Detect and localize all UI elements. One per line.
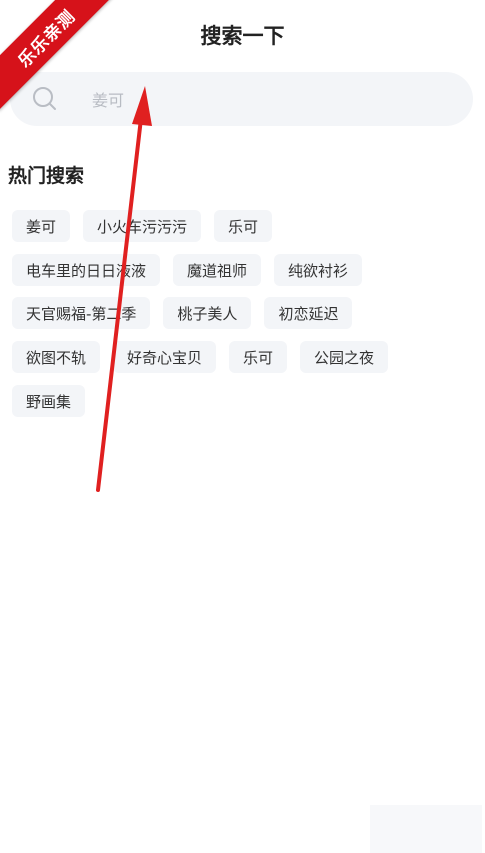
hot-tag[interactable]: 桃子美人 [163, 297, 252, 329]
search-icon[interactable] [32, 86, 58, 112]
search-input[interactable] [90, 86, 444, 114]
hot-tag[interactable]: 公园之夜 [300, 341, 389, 373]
hot-tag[interactable]: 小火车污污污 [83, 210, 202, 242]
hot-search-title: 热门搜索 [8, 165, 85, 187]
hot-tag[interactable]: 乐可 [229, 341, 288, 373]
hot-tag[interactable]: 野画集 [12, 385, 86, 417]
hot-tag[interactable]: 姜可 [12, 210, 71, 242]
hot-tag[interactable]: 乐可 [214, 210, 273, 242]
corner-overlay [370, 805, 482, 853]
hot-tag[interactable]: 天官赐福-第二季 [12, 297, 151, 329]
tag-row-2: 电车里的日日液液 魔道祖师 纯欲衬衫 [12, 254, 363, 286]
hot-tag[interactable]: 纯欲衬衫 [274, 254, 363, 286]
watermark-text: 乐乐亲测 [14, 6, 80, 72]
tag-row-5: 野画集 [12, 385, 86, 417]
hot-tag[interactable]: 好奇心宝贝 [113, 341, 217, 373]
hot-tag[interactable]: 魔道祖师 [173, 254, 262, 286]
hot-tag[interactable]: 欲图不轨 [12, 341, 101, 373]
tag-row-4: 欲图不轨 好奇心宝贝 乐可 公园之夜 [12, 341, 389, 373]
search-bar[interactable] [10, 72, 473, 126]
hot-tag[interactable]: 电车里的日日液液 [12, 254, 161, 286]
annotation-arrow [96, 86, 152, 492]
tag-row-3: 天官赐福-第二季 桃子美人 初恋延迟 [12, 297, 353, 329]
hot-tag[interactable]: 初恋延迟 [264, 297, 353, 329]
tag-row-1: 姜可 小火车污污污 乐可 [12, 210, 273, 242]
